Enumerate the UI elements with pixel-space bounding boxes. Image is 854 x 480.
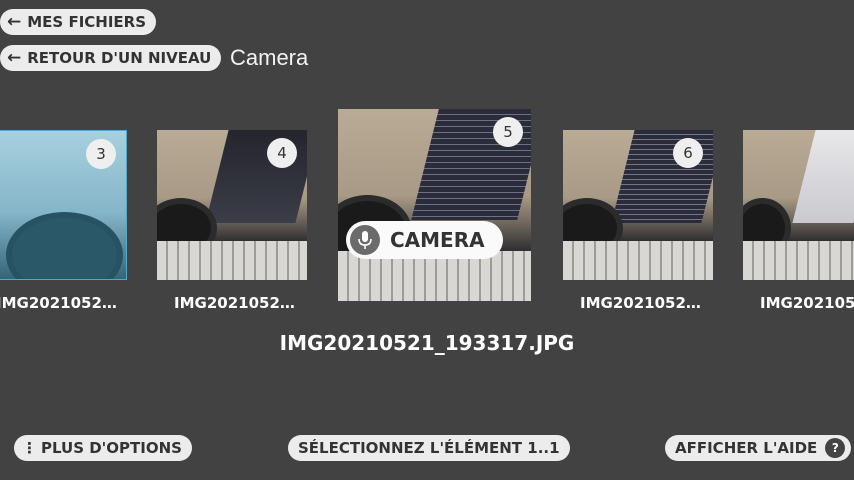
thumbnail-number-badge: 5: [493, 117, 523, 147]
show-help-button[interactable]: AFFICHER L'AIDE ?: [665, 435, 852, 461]
thumbnail-3[interactable]: 3: [0, 130, 127, 280]
photo-keyboard: [157, 241, 307, 280]
more-options-label: PLUS D'OPTIONS: [41, 439, 182, 457]
thumbnail-caption: IMG2021052…: [760, 294, 854, 312]
folder-title: Camera: [230, 45, 309, 70]
photo-keyboard: [563, 241, 713, 280]
voice-label-text: CAMERA: [390, 228, 485, 252]
back-label: RETOUR D'UN NIVEAU: [27, 49, 212, 67]
thumbnail-number-badge: 6: [673, 138, 703, 168]
thumbnail-caption: IMG2021052…: [0, 294, 117, 312]
vertical-dots-icon: ⋮: [22, 439, 37, 457]
thumbnail-5-focused[interactable]: 5: [338, 109, 531, 301]
thumbnail-7[interactable]: [743, 130, 854, 280]
select-item-button[interactable]: SÉLECTIONNEZ L'ÉLÉMENT 1..1: [288, 435, 570, 461]
current-filename: IMG20210521_193317.JPG: [279, 331, 575, 355]
help-label: AFFICHER L'AIDE: [675, 439, 818, 457]
thumbnail-caption: IMG2021052…: [580, 294, 701, 312]
microphone-icon: [350, 225, 380, 255]
thumbnail-number-badge: 4: [267, 138, 297, 168]
arrow-left-icon: ←: [7, 12, 22, 32]
back-one-level-button[interactable]: ← RETOUR D'UN NIVEAU: [0, 45, 222, 71]
voice-command-label: CAMERA: [346, 221, 503, 259]
thumbnail-caption: IMG2021052…: [174, 294, 295, 312]
question-icon: ?: [825, 438, 846, 458]
thumbnail-4[interactable]: 4: [157, 130, 307, 280]
thumbnail-number-badge: 3: [86, 139, 116, 169]
my-files-button[interactable]: ← MES FICHIERS: [0, 9, 157, 35]
my-files-label: MES FICHIERS: [27, 13, 147, 31]
select-item-label: SÉLECTIONNEZ L'ÉLÉMENT 1..1: [298, 439, 560, 457]
photo-keyboard: [743, 241, 854, 280]
more-options-button[interactable]: ⋮ PLUS D'OPTIONS: [14, 435, 192, 461]
arrow-left-icon: ←: [7, 48, 22, 68]
thumbnail-6[interactable]: 6: [563, 130, 713, 280]
